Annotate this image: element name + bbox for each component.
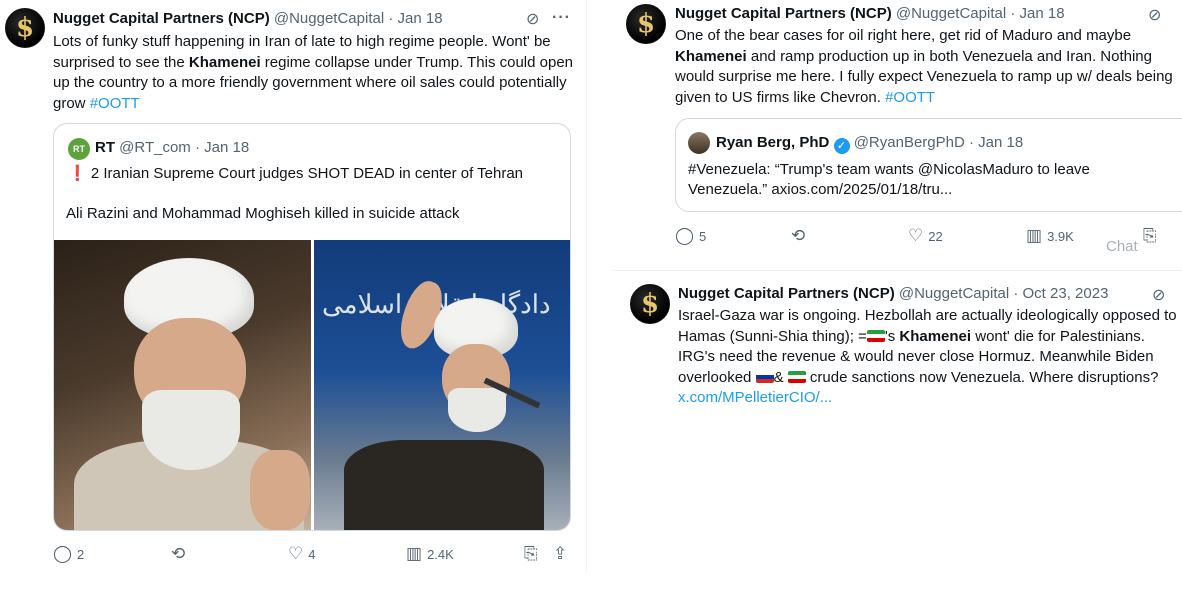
heart-icon: ♡: [288, 544, 304, 563]
author-handle[interactable]: @NuggetCapital: [896, 5, 1006, 22]
chat-overlay-label[interactable]: Chat: [1106, 238, 1138, 255]
quoted-tweet[interactable]: RT RT @RT_com · Jan 18 ❗ 2 Iranian Supre…: [53, 123, 571, 531]
avatar[interactable]: $: [626, 4, 666, 44]
highlight-khamenei: Khamenei: [899, 327, 972, 345]
author-name[interactable]: Nugget Capital Partners (NCP): [675, 5, 892, 22]
quoted-tweet[interactable]: Ryan Berg, PhD ✓ @RyanBergPhD · Jan 18 #…: [675, 118, 1182, 212]
quoted-line-1: #Venezuela: “Trump's team wants @Nicolas…: [688, 161, 1090, 178]
views-button[interactable]: ▥ 2.4K: [406, 544, 454, 564]
column-divider: [586, 0, 587, 572]
share-button[interactable]: ⇪: [553, 544, 567, 564]
tweet-header: Nugget Capital Partners (NCP) @NuggetCap…: [675, 5, 1065, 22]
quoted-author-name: RT: [95, 139, 115, 156]
alert-icon: ❗: [68, 165, 87, 182]
beard-shape: [142, 390, 240, 470]
author-handle[interactable]: @NuggetCapital: [274, 10, 384, 27]
tweet-header: Nugget Capital Partners (NCP) @NuggetCap…: [53, 10, 443, 27]
tweet-line-4: overlooked & crude sanctions now Venezue…: [678, 368, 1159, 386]
beard-shape: [448, 388, 506, 432]
tweet-line-2: Hamas (Sunni-Shia thing); ='s Khamenei w…: [678, 327, 1145, 345]
share-icon: ⇪: [553, 544, 568, 563]
separator-dot: ·: [388, 10, 394, 27]
heart-icon: ♡: [908, 226, 924, 245]
avatar[interactable]: $: [5, 8, 45, 48]
separator-dot: ·: [1013, 285, 1019, 302]
tweet-date[interactable]: Jan 18: [1020, 5, 1065, 22]
separator-dot: ·: [1010, 5, 1016, 22]
bookmark-button[interactable]: ⎘: [524, 544, 538, 564]
author-name[interactable]: Nugget Capital Partners (NCP): [678, 285, 895, 302]
external-link[interactable]: x.com/MPelletierCIO/...: [678, 389, 832, 406]
tweet-divider: [612, 270, 1182, 271]
hand-shape: [250, 450, 310, 530]
more-options-icon[interactable]: ···: [552, 9, 571, 27]
author-handle[interactable]: @NuggetCapital: [899, 285, 1009, 302]
like-count: 22: [928, 228, 943, 244]
tweet-text: Lots of funky stuff happening in Iran of…: [53, 33, 574, 112]
rt-logo-icon: RT: [68, 138, 90, 160]
bookmark-button[interactable]: ⎘: [1143, 226, 1157, 246]
tweet-line-1: Israel-Gaza war is ongoing. Hezbollah ar…: [678, 307, 1177, 324]
russia-flag-icon: [755, 370, 774, 383]
reply-icon: ◯: [53, 544, 73, 563]
tweet-line-3: IRG's need the revenue & would never clo…: [678, 348, 1154, 365]
repost-icon: ⟲: [171, 544, 186, 563]
quoted-date: Jan 18: [204, 139, 250, 156]
reply-icon: ◯: [675, 226, 695, 245]
like-button[interactable]: ♡ 22: [908, 226, 943, 246]
reply-button[interactable]: ◯ 5: [675, 226, 706, 246]
views-button[interactable]: ▥ 3.9K: [1026, 226, 1074, 246]
tweet-text: Israel-Gaza war is ongoing. Hezbollah ar…: [678, 306, 1182, 409]
verified-badge-icon: ✓: [833, 138, 850, 154]
highlight-khamenei: Khamenei: [188, 53, 261, 71]
view-count: 3.9K: [1047, 228, 1074, 244]
repost-button[interactable]: ⟲: [791, 226, 810, 246]
grok-icon[interactable]: ⊘: [1148, 5, 1161, 25]
photo-right[interactable]: دادگاه انقلاب اسلامی: [314, 240, 570, 530]
tweet-header: Nugget Capital Partners (NCP) @NuggetCap…: [678, 285, 1108, 302]
robe-shape: [344, 440, 544, 530]
tweet-text: One of the bear cases for oil right here…: [675, 27, 1173, 106]
separator-dot: ·: [968, 134, 974, 151]
separator-dot: ·: [194, 139, 200, 156]
reply-count: 2: [77, 546, 85, 562]
bookmark-icon: ⎘: [1143, 226, 1157, 245]
tweet-date[interactable]: Jan 18: [398, 10, 443, 27]
view-count: 2.4K: [427, 546, 454, 562]
quoted-line-2: Ali Razini and Mohammad Moghiseh killed …: [66, 205, 460, 222]
iran-flag-icon: [787, 370, 806, 383]
grok-icon[interactable]: ⊘: [526, 9, 539, 29]
bookmark-icon: ⎘: [524, 544, 538, 563]
like-button[interactable]: ♡ 4: [288, 544, 315, 564]
views-icon: ▥: [406, 544, 423, 563]
quoted-header: Ryan Berg, PhD ✓ @RyanBergPhD · Jan 18: [716, 134, 1023, 154]
reply-button[interactable]: ◯ 2: [53, 544, 84, 564]
repost-button[interactable]: ⟲: [171, 544, 190, 564]
views-icon: ▥: [1026, 226, 1043, 245]
photo-left[interactable]: [54, 240, 311, 530]
iran-flag-icon: [866, 329, 885, 342]
hashtag-link[interactable]: #OOTT: [885, 89, 935, 106]
reply-count: 5: [699, 228, 707, 244]
highlight-khamenei: Khamenei: [675, 47, 747, 65]
avatar[interactable]: $: [630, 284, 670, 324]
quoted-line-2: Venezuela.” axios.com/2025/01/18/tru...: [688, 181, 953, 198]
quoted-date: Jan 18: [978, 134, 1024, 151]
tweet-date[interactable]: Oct 23, 2023: [1023, 285, 1109, 302]
like-count: 4: [308, 546, 316, 562]
quoted-avatar: [688, 132, 710, 154]
repost-icon: ⟲: [791, 226, 806, 245]
quoted-author-handle: @RyanBergPhD: [853, 134, 965, 151]
author-name[interactable]: Nugget Capital Partners (NCP): [53, 10, 270, 27]
quoted-author-handle: @RT_com: [119, 139, 191, 156]
quoted-author-name: Ryan Berg, PhD: [716, 134, 830, 151]
quoted-line-1: ❗ 2 Iranian Supreme Court judges SHOT DE…: [68, 165, 524, 182]
hashtag-link[interactable]: #OOTT: [90, 95, 140, 112]
quoted-header: RT @RT_com · Jan 18: [95, 139, 249, 156]
grok-icon[interactable]: ⊘: [1152, 285, 1165, 305]
